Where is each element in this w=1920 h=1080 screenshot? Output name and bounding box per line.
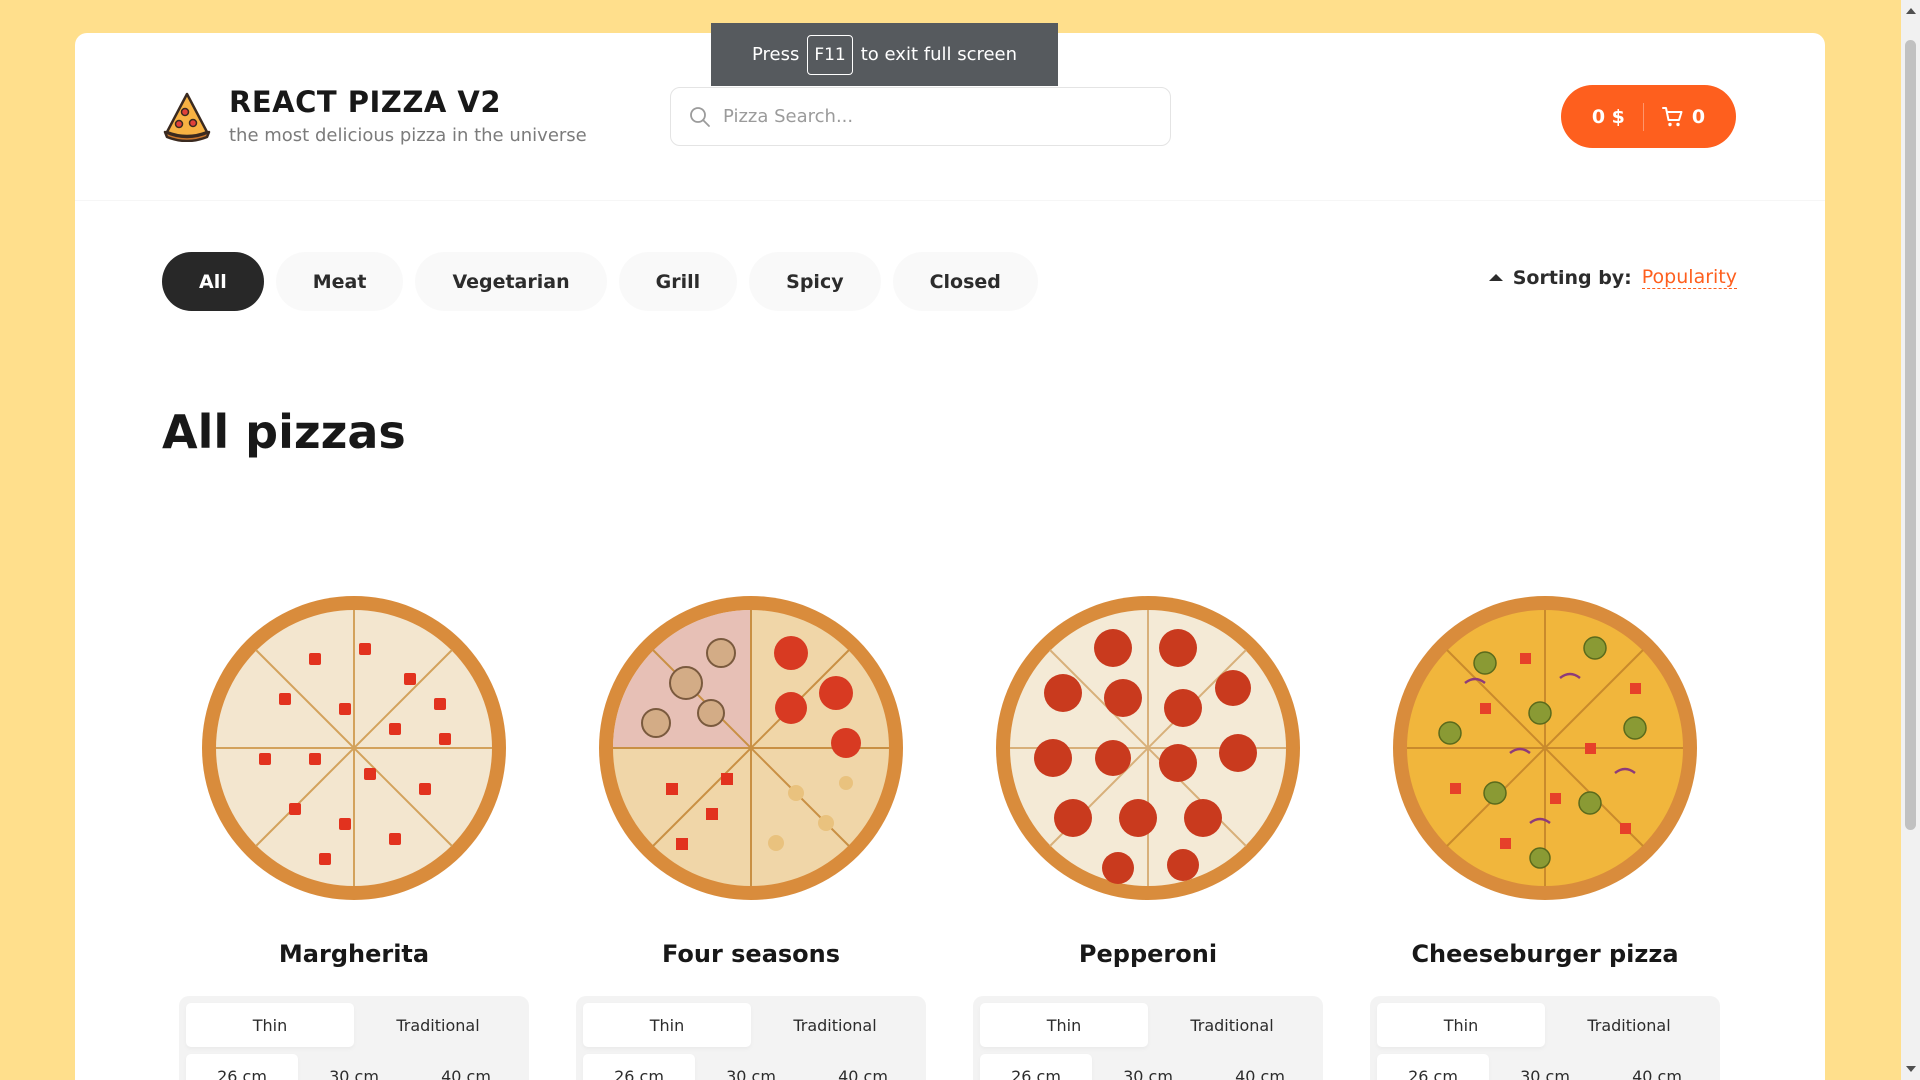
search-icon — [690, 106, 710, 127]
category-grill[interactable]: Grill — [618, 252, 738, 311]
size-option-40[interactable]: 40 cm — [807, 1054, 919, 1080]
category-spicy[interactable]: Spicy — [749, 252, 881, 311]
dough-type-row: Thin Traditional — [583, 1003, 919, 1047]
dough-type-row: Thin Traditional — [1377, 1003, 1713, 1047]
size-option-26[interactable]: 26 cm — [1377, 1054, 1489, 1080]
category-meat[interactable]: Meat — [275, 252, 404, 311]
scrollbar[interactable] — [1901, 0, 1920, 1080]
pizza-name: Pepperoni — [1078, 940, 1218, 968]
cart-divider — [1642, 102, 1644, 131]
pizza-card: Pepperoni Thin Traditional 26 cm 30 cm 4… — [973, 593, 1323, 1080]
type-option-thin[interactable]: Thin — [1377, 1003, 1545, 1047]
pizza-options: Thin Traditional 26 cm 30 cm 40 cm — [179, 996, 529, 1080]
pizza-name: Cheeseburger pizza — [1411, 940, 1679, 968]
pizza-options: Thin Traditional 26 cm 30 cm 40 cm — [1370, 996, 1720, 1080]
app-container: REACT PIZZA V2 the most delicious pizza … — [75, 33, 1825, 1080]
category-closed[interactable]: Closed — [892, 252, 1038, 311]
fullscreen-toast-text-end: to exit full screen — [860, 44, 1018, 65]
pizza-image[interactable] — [596, 593, 906, 903]
type-option-traditional[interactable]: Traditional — [1148, 1003, 1316, 1047]
category-vegetarian[interactable]: Vegetarian — [415, 252, 607, 311]
size-option-40[interactable]: 40 cm — [1601, 1054, 1713, 1080]
size-option-30[interactable]: 30 cm — [1489, 1054, 1601, 1080]
pizza-image[interactable] — [993, 593, 1303, 903]
cart-price: 0 $ — [1591, 105, 1625, 128]
fullscreen-toast: Press F11 to exit full screen — [711, 23, 1058, 86]
search-box[interactable] — [670, 87, 1171, 146]
pizza-image[interactable] — [199, 593, 509, 903]
type-option-thin[interactable]: Thin — [980, 1003, 1148, 1047]
scroll-down-arrow-icon[interactable] — [1906, 1066, 1916, 1072]
size-option-26[interactable]: 26 cm — [980, 1054, 1092, 1080]
logo-subtitle: the most delicious pizza in the universe — [229, 125, 587, 146]
pizza-logo-icon — [163, 92, 211, 142]
search-input[interactable] — [723, 106, 1170, 127]
pizza-grid: Margherita Thin Traditional 26 cm 30 cm … — [179, 593, 1720, 1080]
dough-type-row: Thin Traditional — [980, 1003, 1316, 1047]
fullscreen-toast-key: F11 — [807, 34, 853, 75]
size-option-26[interactable]: 26 cm — [186, 1054, 298, 1080]
pizza-card: Margherita Thin Traditional 26 cm 30 cm … — [179, 593, 529, 1080]
size-option-30[interactable]: 30 cm — [1092, 1054, 1204, 1080]
size-option-30[interactable]: 30 cm — [695, 1054, 807, 1080]
size-row: 26 cm 30 cm 40 cm — [583, 1054, 919, 1080]
category-list: All Meat Vegetarian Grill Spicy Closed — [162, 252, 1038, 311]
cart-count: 0 — [1691, 105, 1706, 128]
pizza-options: Thin Traditional 26 cm 30 cm 40 cm — [576, 996, 926, 1080]
scroll-up-arrow-icon[interactable] — [1906, 8, 1916, 14]
size-option-40[interactable]: 40 cm — [1204, 1054, 1316, 1080]
size-option-26[interactable]: 26 cm — [583, 1054, 695, 1080]
page-title: All pizzas — [162, 405, 406, 459]
type-option-traditional[interactable]: Traditional — [354, 1003, 522, 1047]
logo-title: REACT PIZZA V2 — [229, 85, 502, 119]
fullscreen-toast-text: Press — [751, 44, 800, 65]
size-option-40[interactable]: 40 cm — [410, 1054, 522, 1080]
scroll-thumb[interactable] — [1905, 40, 1916, 830]
dough-type-row: Thin Traditional — [186, 1003, 522, 1047]
pizza-card: Four seasons Thin Traditional 26 cm 30 c… — [576, 593, 926, 1080]
sort-value[interactable]: Popularity — [1641, 266, 1737, 289]
size-row: 26 cm 30 cm 40 cm — [186, 1054, 522, 1080]
pizza-name: Four seasons — [661, 940, 841, 968]
pizza-image[interactable] — [1390, 593, 1700, 903]
size-row: 26 cm 30 cm 40 cm — [1377, 1054, 1713, 1080]
type-option-traditional[interactable]: Traditional — [751, 1003, 919, 1047]
type-option-thin[interactable]: Thin — [583, 1003, 751, 1047]
pizza-card: Cheeseburger pizza Thin Traditional 26 c… — [1370, 593, 1720, 1080]
cart-icon — [1661, 106, 1683, 126]
sort-arrow-up-icon — [1488, 274, 1503, 281]
size-row: 26 cm 30 cm 40 cm — [980, 1054, 1316, 1080]
cart-button[interactable]: 0 $ 0 — [1561, 85, 1736, 148]
pizza-options: Thin Traditional 26 cm 30 cm 40 cm — [973, 996, 1323, 1080]
sort-label: Sorting by: — [1512, 266, 1632, 289]
size-option-30[interactable]: 30 cm — [298, 1054, 410, 1080]
logo[interactable]: REACT PIZZA V2 the most delicious pizza … — [161, 85, 587, 146]
type-option-traditional[interactable]: Traditional — [1545, 1003, 1713, 1047]
category-all[interactable]: All — [162, 252, 264, 311]
type-option-thin[interactable]: Thin — [186, 1003, 354, 1047]
sort-control[interactable]: Sorting by: Popularity — [1488, 266, 1737, 289]
pizza-name: Margherita — [278, 940, 430, 968]
